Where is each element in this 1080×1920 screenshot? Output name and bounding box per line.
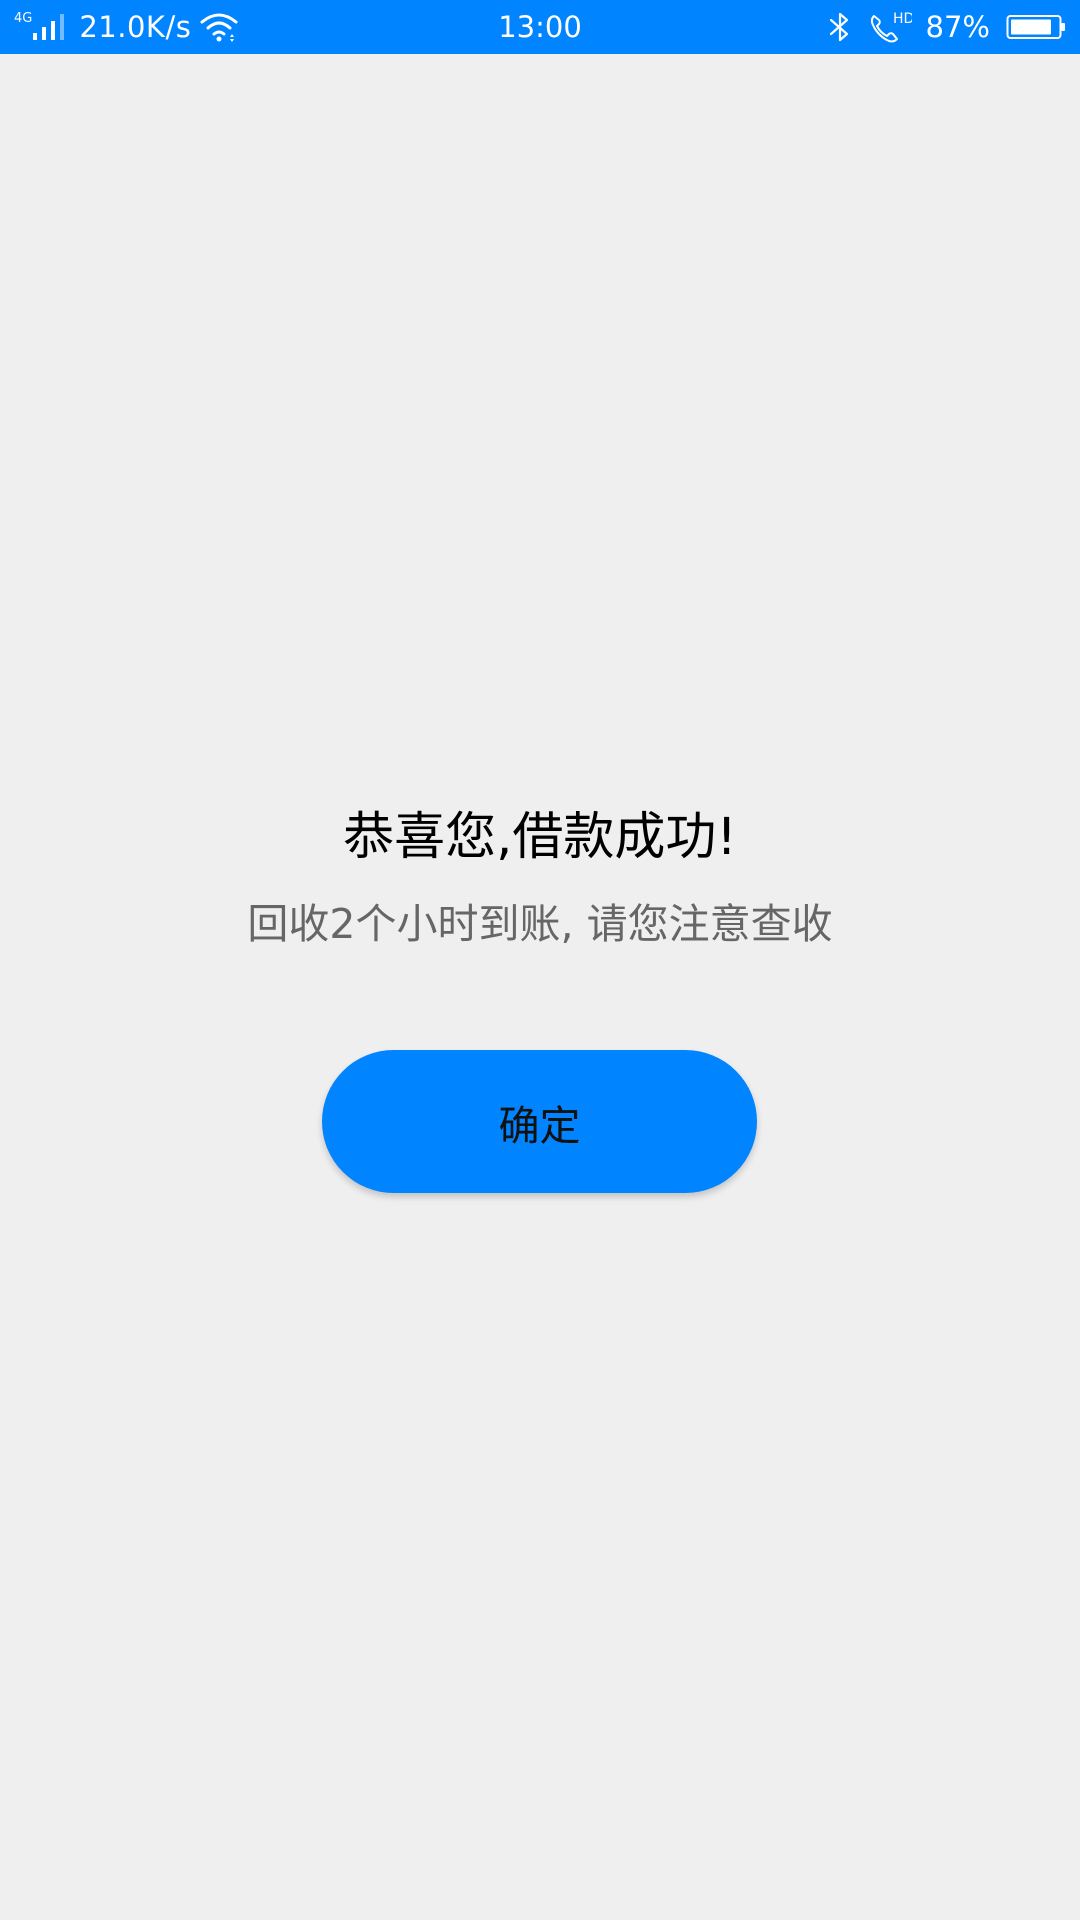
hd-call-icon: HD: [870, 11, 912, 43]
arrival-notice: 回收2个小时到账, 请您注意查收: [247, 900, 833, 948]
confirm-button-label: 确定: [498, 1101, 581, 1150]
status-bar: 4G 21.0K/s 13:00 HD 87%: [0, 0, 1080, 54]
status-bar-right: HD 87%: [826, 0, 1066, 54]
battery-percent: 87%: [925, 10, 990, 44]
success-title: 恭喜您,借款成功!: [343, 808, 737, 867]
confirm-button[interactable]: 确定: [322, 1050, 757, 1193]
battery-icon: [1006, 15, 1065, 39]
hd-badge: HD: [893, 11, 912, 27]
bluetooth-icon: [829, 12, 848, 42]
